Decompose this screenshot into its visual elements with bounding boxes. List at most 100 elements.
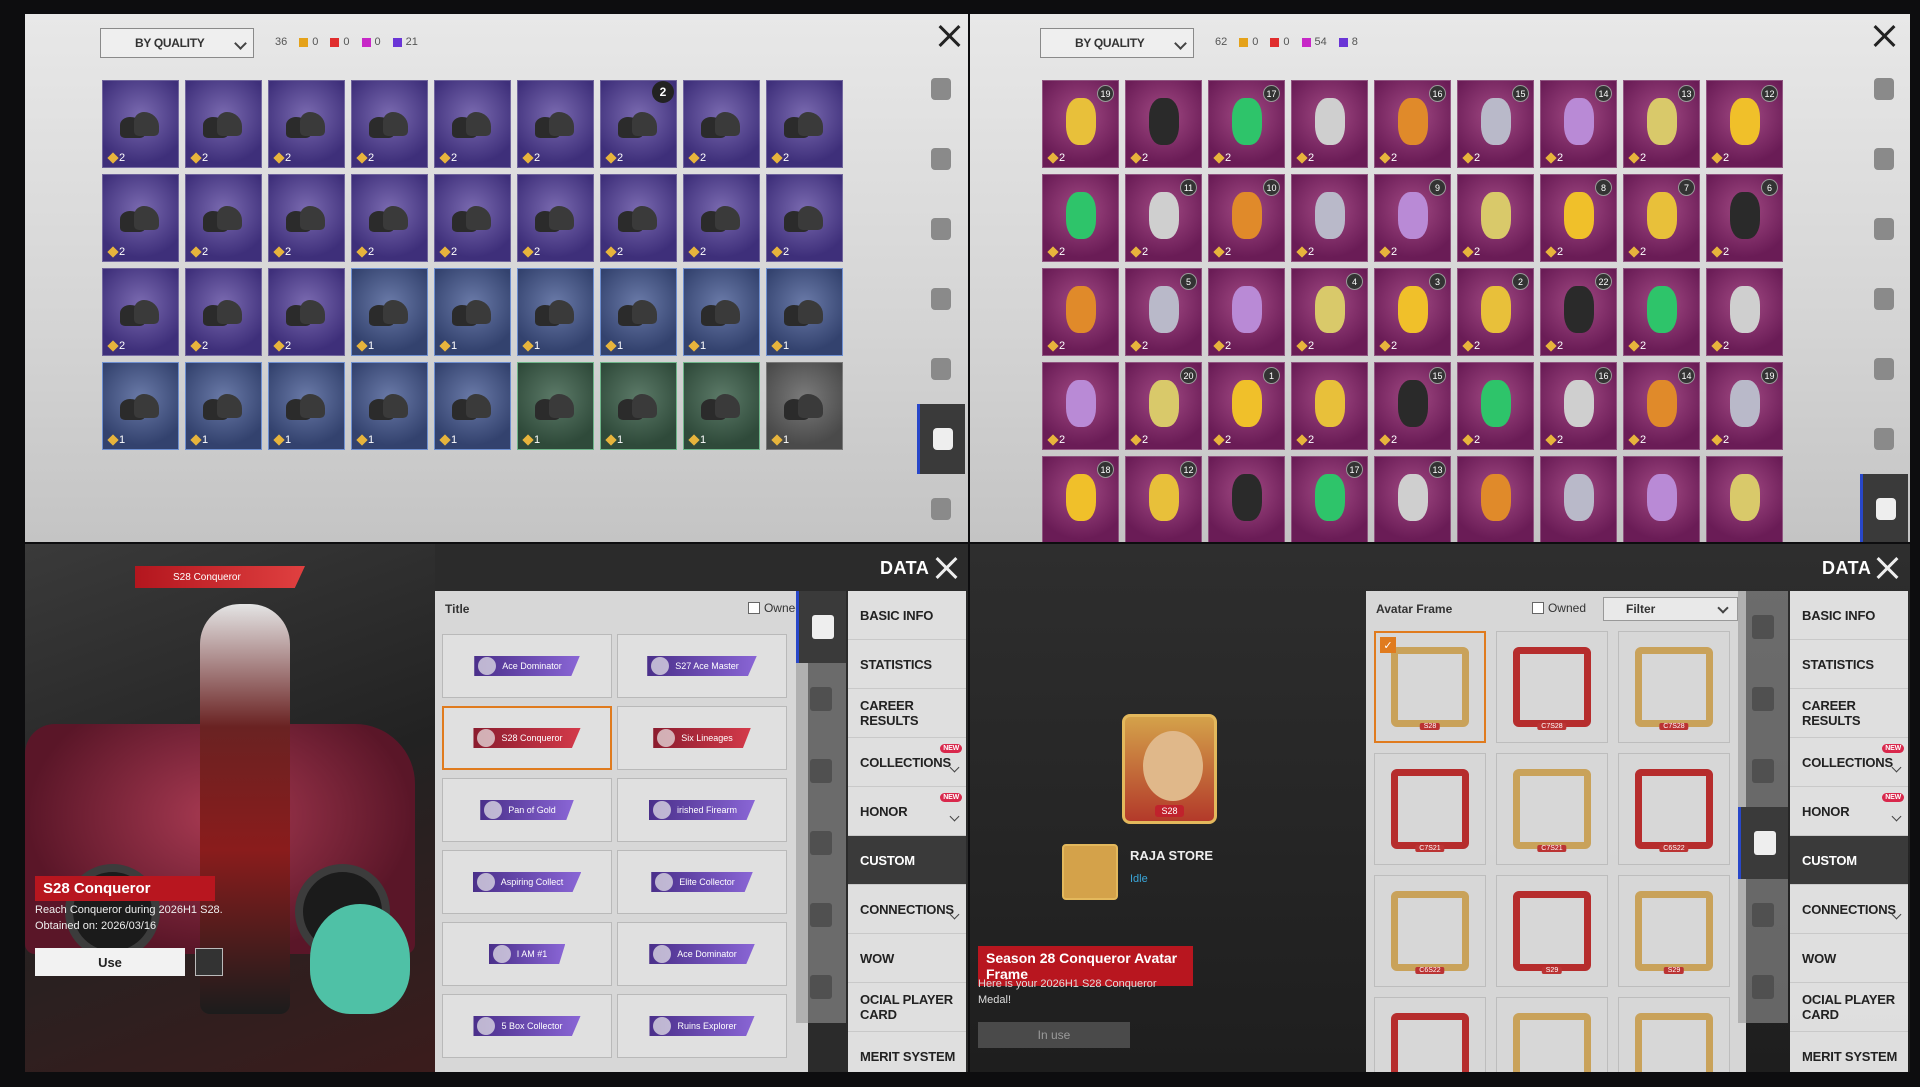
title-tile[interactable]: irished Firearm (617, 778, 787, 842)
item-tile[interactable]: 82 (1540, 174, 1617, 262)
item-tile[interactable]: 14 2 (1540, 80, 1617, 168)
title-badge-icon[interactable] (1738, 591, 1788, 663)
item-tile[interactable]: 1 (683, 362, 760, 450)
item-tile[interactable]: 11 2 (1125, 174, 1202, 262)
avatar-frame-tile[interactable]: C7S28 (1496, 631, 1608, 743)
in-use-button[interactable]: In use (978, 1022, 1130, 1048)
item-tile[interactable]: 2 (102, 268, 179, 356)
avatar-frame-tile[interactable] (1618, 997, 1730, 1072)
owned-checkbox[interactable]: Owned (1531, 601, 1586, 615)
item-tile[interactable]: 13 (1374, 456, 1451, 542)
glasses-icon[interactable] (917, 54, 965, 124)
nav-item-honor[interactable]: HONOR NEW (848, 787, 966, 836)
backpack-icon[interactable] (917, 264, 965, 334)
item-tile[interactable]: 2 (1291, 80, 1368, 168)
nav-item-custom[interactable]: CUSTOM (848, 836, 966, 885)
item-tile[interactable]: 16 2 (1540, 362, 1617, 450)
item-tile[interactable]: 15 2 (1457, 80, 1534, 168)
item-tile[interactable]: 2 (683, 174, 760, 262)
pants-icon[interactable] (1860, 334, 1908, 404)
nav-item-statistics[interactable]: STATISTICS (1790, 640, 1908, 689)
item-tile[interactable]: 1 (351, 268, 428, 356)
avatar-frame-tile[interactable]: C7S21 (1374, 753, 1486, 865)
item-tile[interactable]: 1 (268, 362, 345, 450)
nav-item-merit-system[interactable]: MERIT SYSTEM (848, 1032, 966, 1072)
shield-icon[interactable] (796, 663, 846, 735)
close-icon[interactable] (1870, 22, 1898, 50)
item-tile[interactable]: 32 (1374, 268, 1451, 356)
person-icon[interactable] (796, 735, 846, 807)
nav-item-basic-info[interactable]: BASIC INFO (1790, 591, 1908, 640)
checkbox-icon[interactable] (747, 602, 760, 614)
nav-item-merit-system[interactable]: MERIT SYSTEM (1790, 1032, 1908, 1072)
title-tile[interactable]: Pan of Gold (442, 778, 612, 842)
item-tile[interactable]: 2 (185, 174, 262, 262)
title-tile[interactable]: Aspiring Collect (442, 850, 612, 914)
avatar-frame-tile[interactable]: C6S22 (1374, 875, 1486, 987)
nav-item-career-results[interactable]: CAREER RESULTS (848, 689, 966, 738)
item-tile[interactable]: 2 (1706, 268, 1783, 356)
title-tile[interactable]: S27 Ace Master (617, 634, 787, 698)
glasses-icon[interactable] (1860, 54, 1908, 124)
bottle-icon[interactable] (917, 474, 965, 542)
title-badge-icon[interactable] (796, 591, 846, 663)
item-tile[interactable]: 2 (351, 80, 428, 168)
item-tile[interactable]: 2 (434, 174, 511, 262)
item-tile[interactable]: 18 (1042, 456, 1119, 542)
jacket-icon[interactable] (917, 194, 965, 264)
item-tile[interactable]: 19 2 (1706, 362, 1783, 450)
title-tile[interactable]: Ace Dominator (442, 634, 612, 698)
item-tile[interactable]: 1 (185, 362, 262, 450)
item-tile[interactable]: 1 (517, 362, 594, 450)
item-tile[interactable]: 72 (1623, 174, 1700, 262)
item-tile[interactable]: 2 (1291, 362, 1368, 450)
avatar-frame-tile[interactable]: S29 (1618, 875, 1730, 987)
shoes-icon[interactable] (1860, 404, 1908, 474)
item-tile[interactable]: 22 2 (1540, 268, 1617, 356)
nav-item-connections[interactable]: CONNECTIONS (1790, 885, 1908, 934)
avatar-frame-tile[interactable]: C7S21 (1496, 753, 1608, 865)
nav-item-basic-info[interactable]: BASIC INFO (848, 591, 966, 640)
avatar-frame-tile[interactable]: C6S22 (1618, 753, 1730, 865)
nav-item-career-results[interactable]: CAREER RESULTS (1790, 689, 1908, 738)
item-tile[interactable]: 2 (102, 174, 179, 262)
owned-checkbox[interactable]: Owned (747, 601, 802, 615)
item-tile[interactable]: 10 2 (1208, 174, 1285, 262)
frame-icon[interactable] (1738, 807, 1788, 879)
toggle-icon[interactable] (1738, 879, 1788, 951)
sort-dropdown[interactable]: BY QUALITY (1040, 28, 1194, 58)
nav-item-wow[interactable]: WOW (848, 934, 966, 983)
item-tile[interactable]: 2 (1457, 174, 1534, 262)
shoes-icon[interactable] (917, 404, 965, 474)
item-tile[interactable]: 2 (1457, 362, 1534, 450)
title-tile[interactable]: Elite Collector (617, 850, 787, 914)
title-tile[interactable]: I AM #1 (442, 922, 612, 986)
item-tile[interactable]: 1 (351, 362, 428, 450)
item-tile[interactable]: 62 (1706, 174, 1783, 262)
item-tile[interactable]: 2 (1042, 362, 1119, 450)
item-tile[interactable] (1457, 456, 1534, 542)
checkbox-icon[interactable] (1531, 602, 1544, 614)
avatar-frame-tile[interactable]: S29 (1496, 875, 1608, 987)
item-tile[interactable]: 2 (185, 80, 262, 168)
close-icon[interactable] (1873, 554, 1901, 582)
item-tile[interactable]: 19 2 (1042, 80, 1119, 168)
item-tile[interactable]: 2 (1623, 268, 1700, 356)
backpack-icon[interactable] (1860, 264, 1908, 334)
item-tile[interactable]: 2 (351, 174, 428, 262)
item-tile[interactable] (1623, 456, 1700, 542)
item-tile[interactable]: 14 2 (1623, 362, 1700, 450)
item-tile[interactable]: 2 (1042, 268, 1119, 356)
item-tile[interactable]: 2 (517, 80, 594, 168)
item-tile[interactable]: 2 (1291, 174, 1368, 262)
close-icon[interactable] (932, 554, 960, 582)
item-tile[interactable] (1208, 456, 1285, 542)
item-tile[interactable]: 1 (600, 268, 677, 356)
shield-icon[interactable] (1738, 663, 1788, 735)
pants-icon[interactable] (917, 334, 965, 404)
item-tile[interactable]: 1 (683, 268, 760, 356)
item-tile[interactable]: 1 (766, 268, 843, 356)
item-tile[interactable]: 2 (102, 80, 179, 168)
mask-icon[interactable] (917, 124, 965, 194)
title-tile[interactable]: Ruins Explorer (617, 994, 787, 1058)
